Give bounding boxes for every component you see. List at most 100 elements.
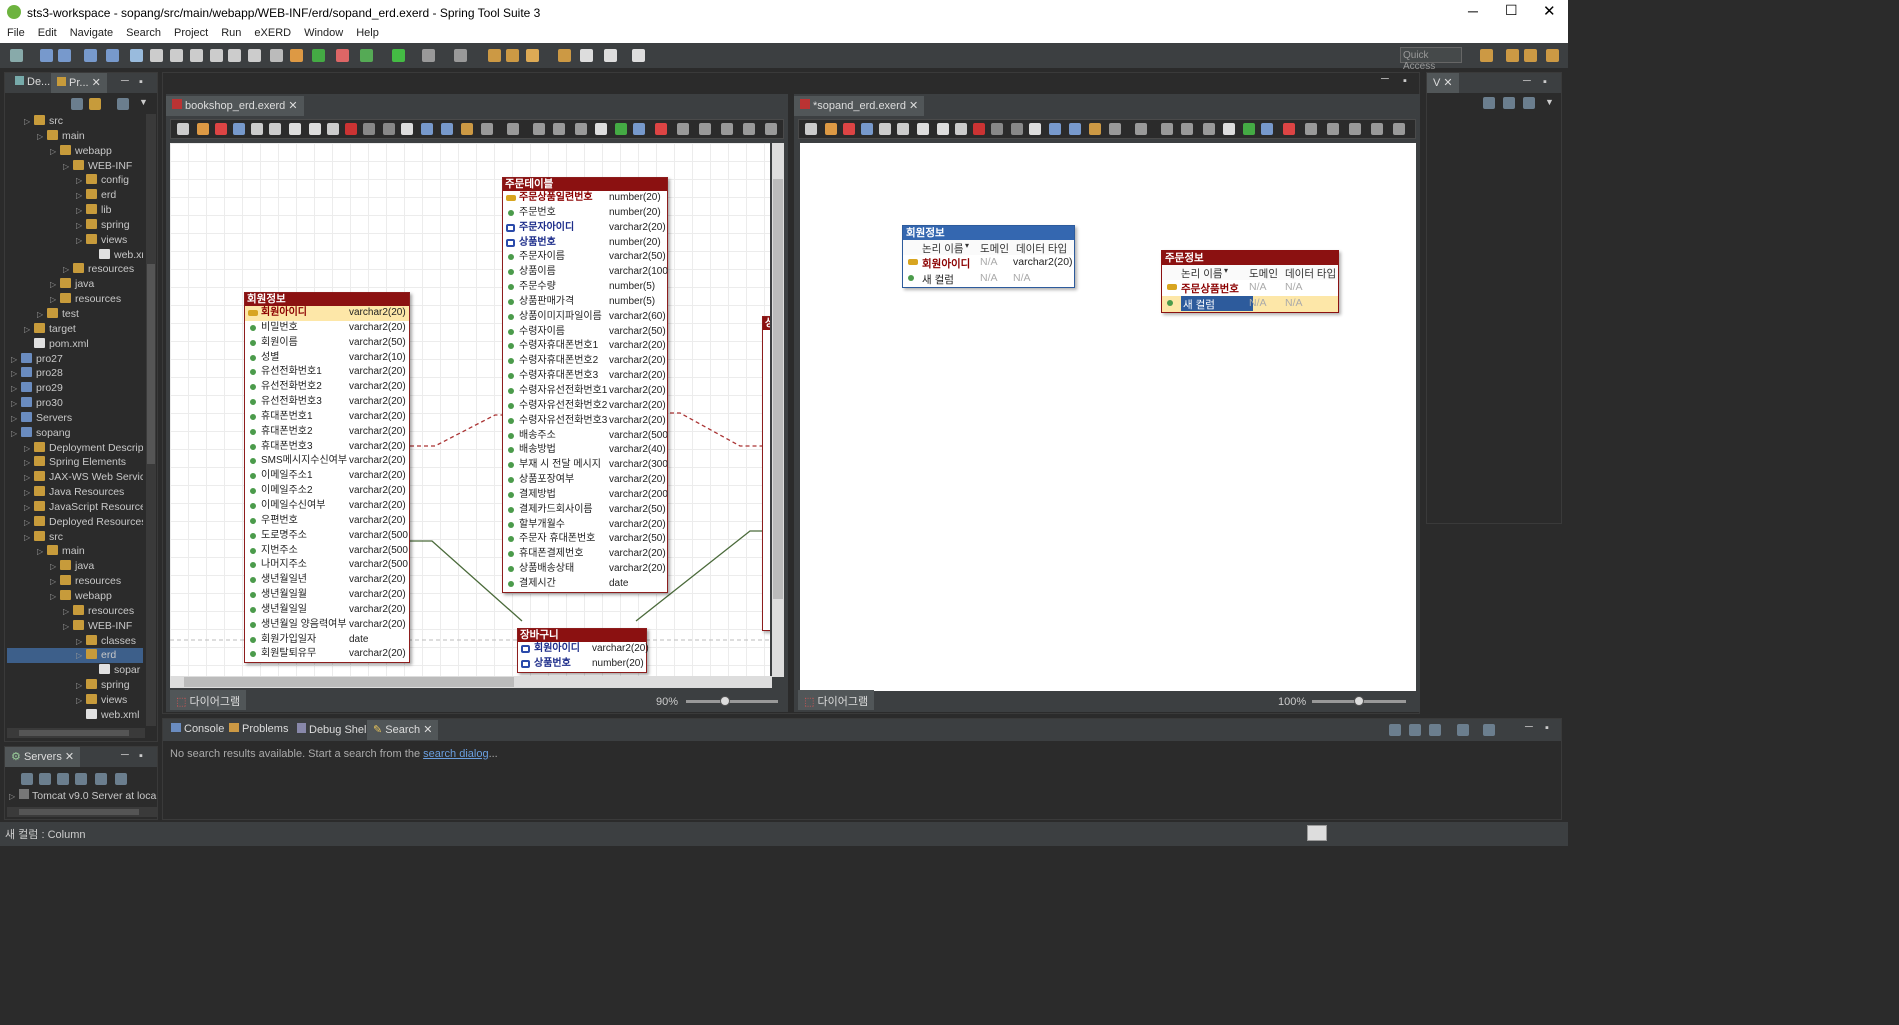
column-row[interactable]: 이메일주소2 varchar2(20): [245, 484, 409, 499]
expand-arrow-icon[interactable]: ▷: [37, 130, 47, 145]
erd-tool-icon[interactable]: [1393, 123, 1405, 135]
toolbar-tool-icon[interactable]: [392, 49, 405, 62]
expand-arrow-icon[interactable]: ▷: [76, 219, 86, 234]
column-row[interactable]: 생년월일월 varchar2(20): [245, 588, 409, 603]
column-row[interactable]: 주문수량 number(5): [503, 280, 667, 295]
toolbar-tool-icon[interactable]: [270, 49, 283, 62]
column-row[interactable]: 상품이미지파일이름 varchar2(60): [503, 310, 667, 325]
expand-arrow-icon[interactable]: ▷: [37, 545, 47, 560]
erd-tool-icon[interactable]: [215, 123, 227, 135]
tab-servers[interactable]: ⚙ Servers ✕: [5, 747, 81, 767]
column-row[interactable]: 이메일수신여부 varchar2(20): [245, 499, 409, 514]
column-row[interactable]: 결제시간 date: [503, 577, 667, 592]
collapse-all-icon[interactable]: [71, 98, 83, 110]
expand-arrow-icon[interactable]: ▷: [50, 590, 60, 605]
expand-arrow-icon[interactable]: ▷: [50, 278, 60, 293]
toolbar-tool-icon[interactable]: [170, 49, 183, 62]
tree-item[interactable]: ▷ lib: [7, 203, 143, 218]
column-row[interactable]: 유선전화번호1 varchar2(20): [245, 365, 409, 380]
column-row[interactable]: 주문자이름 varchar2(50): [503, 250, 667, 265]
expand-arrow-icon[interactable]: ▷: [24, 442, 34, 457]
erd-tool-icon[interactable]: [1069, 123, 1081, 135]
expand-arrow-icon[interactable]: ▷: [50, 560, 60, 575]
erd-tool-icon[interactable]: [461, 123, 473, 135]
tab-sopang-erd[interactable]: *sopand_erd.exerd ✕: [794, 96, 925, 116]
tree-item[interactable]: ▷ resources: [7, 604, 143, 619]
column-row[interactable]: 도로명주소 varchar2(500: [245, 529, 409, 544]
erd-tool-icon[interactable]: [1327, 123, 1339, 135]
column-row[interactable]: 생년월일일 varchar2(20): [245, 603, 409, 618]
column-row[interactable]: 수령자휴대폰번호2 varchar2(20): [503, 354, 667, 369]
column-row[interactable]: 휴대폰결제번호 varchar2(20): [503, 547, 667, 562]
column-row[interactable]: 상품번호 number(20): [503, 236, 667, 251]
cancel-search-icon[interactable]: [1409, 724, 1421, 736]
tree-item[interactable]: ▷ pro27: [7, 352, 143, 367]
column-row[interactable]: 결제방법 varchar2(200: [503, 488, 668, 503]
menu-exerd[interactable]: eXERD: [247, 25, 297, 39]
column-row[interactable]: 수령자유선전화번호2 varchar2(20): [503, 399, 667, 414]
tab-search[interactable]: ✎ Search ✕: [367, 720, 439, 740]
erd-tool-icon[interactable]: [991, 123, 1003, 135]
expand-arrow-icon[interactable]: ▷: [11, 412, 21, 427]
view-menu-icon[interactable]: [117, 98, 129, 110]
search-dialog-link[interactable]: search dialog: [423, 748, 488, 760]
entity-cart[interactable]: 장바구니 회원아이디 varchar2(20) 상품번호 number(20): [517, 628, 649, 673]
tree-item[interactable]: ▷ views: [7, 233, 143, 248]
tree-item[interactable]: ▷ erd: [7, 188, 143, 203]
tree-item[interactable]: ▷ webapp: [7, 144, 143, 159]
tree-item[interactable]: ▷ webapp: [7, 589, 143, 604]
maximize-button[interactable]: ☐: [1505, 2, 1518, 19]
column-row[interactable]: 수령자이름 varchar2(50): [503, 325, 667, 340]
stop-server-icon[interactable]: [95, 773, 107, 785]
tree-item[interactable]: ▷ WEB-INF: [7, 159, 143, 174]
minimize-view-icon[interactable]: ─: [121, 749, 129, 761]
tab-diagram[interactable]: ⬚ 다이어그램: [798, 690, 875, 710]
menu-search[interactable]: Search: [119, 25, 167, 39]
erd-tool-icon[interactable]: [655, 123, 667, 135]
toolbar-tool-icon[interactable]: [40, 49, 53, 62]
erd-tool-icon[interactable]: [441, 123, 453, 135]
toolbar-tool-icon[interactable]: [312, 49, 325, 62]
zoom-slider[interactable]: [686, 696, 778, 706]
refresh-icon[interactable]: [1389, 724, 1401, 736]
view-menu-icon[interactable]: [1483, 724, 1495, 736]
erd-tool-icon[interactable]: [1029, 123, 1041, 135]
erd-tool-icon[interactable]: [251, 123, 263, 135]
expand-arrow-icon[interactable]: ▷: [11, 367, 21, 382]
minimize-view-icon[interactable]: ─: [1525, 721, 1533, 733]
tree-item[interactable]: ▷ Deployment Descrip: [7, 441, 143, 456]
expand-arrow-icon[interactable]: ▷: [76, 234, 86, 249]
minimize-view-icon[interactable]: ─: [121, 75, 129, 87]
erd-tool-icon[interactable]: [1223, 123, 1235, 135]
entity-sopang-order[interactable]: 주문정보 논리 이름 ▾ 도메인 데이터 타입 주문상품번호 N/A N/A 새 컬럼…: [1161, 250, 1339, 313]
toolbar-tool-icon[interactable]: [150, 49, 163, 62]
tree-item[interactable]: ▷ erd: [7, 648, 143, 664]
chevron-down-icon[interactable]: ▼: [1545, 97, 1554, 107]
menu-help[interactable]: Help: [349, 25, 385, 39]
menu-window[interactable]: Window: [297, 25, 349, 39]
expand-arrow-icon[interactable]: ▷: [63, 620, 73, 635]
column-row[interactable]: 주문상품일련번호 number(20): [503, 191, 667, 206]
tab-project-explorer[interactable]: Pr... ✕: [51, 73, 107, 93]
tab-outline[interactable]: V ✕: [1427, 73, 1459, 93]
expand-arrow-icon[interactable]: ▷: [76, 694, 86, 709]
erd-tool-icon[interactable]: [955, 123, 967, 135]
erd-tool-icon[interactable]: [533, 123, 545, 135]
tree-item[interactable]: ▷ Deployed Resources: [7, 515, 143, 530]
erd-tool-icon[interactable]: [1349, 123, 1361, 135]
erd-tool-icon[interactable]: [765, 123, 777, 135]
tab-deployment[interactable]: De...: [9, 73, 56, 93]
erd-tool-icon[interactable]: [1011, 123, 1023, 135]
tree-item[interactable]: ▷ main: [7, 544, 143, 559]
erd-tool-icon[interactable]: [481, 123, 493, 135]
erd-tool-icon[interactable]: [1109, 123, 1121, 135]
column-row[interactable]: 수령자휴대폰번호3 varchar2(20): [503, 369, 667, 384]
erd-tool-icon[interactable]: [1161, 123, 1173, 135]
expand-arrow-icon[interactable]: ▷: [24, 516, 34, 531]
erd-tool-icon[interactable]: [1135, 123, 1147, 135]
history-icon[interactable]: [1429, 724, 1441, 736]
tab-problems[interactable]: Problems: [223, 720, 294, 740]
menu-edit[interactable]: Edit: [31, 25, 63, 39]
tree-item[interactable]: ▷ Spring Elements: [7, 455, 143, 470]
expand-arrow-icon[interactable]: ▷: [11, 382, 21, 397]
